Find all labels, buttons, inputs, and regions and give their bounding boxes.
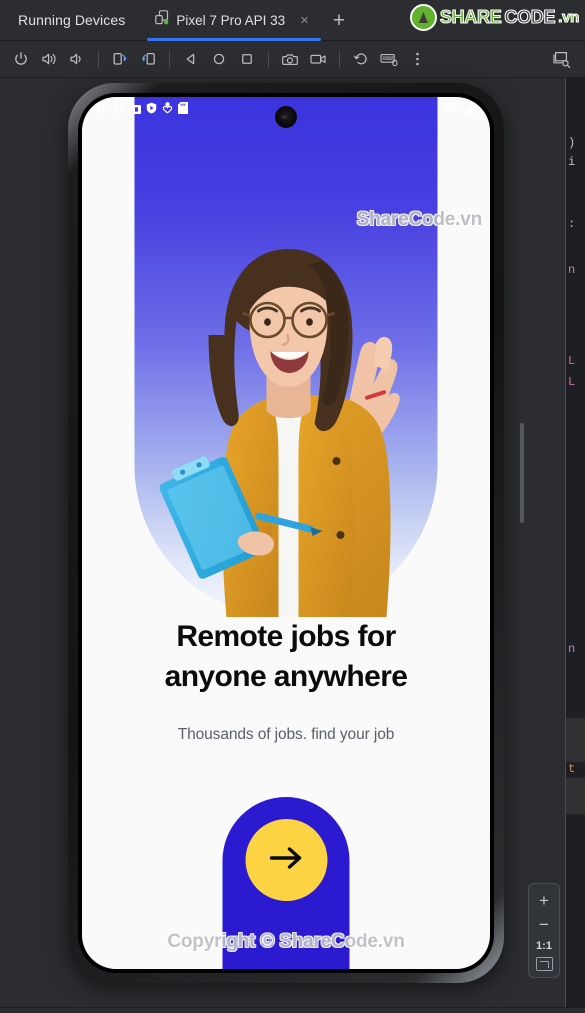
keyboard-icon	[380, 52, 398, 67]
device-icon	[155, 10, 169, 30]
device-screen[interactable]: 10:17 ShareCode.vn Remote jobs for anyon…	[82, 97, 490, 969]
code-line: L	[568, 354, 576, 368]
home-button[interactable]	[206, 46, 232, 72]
status-left-icons	[132, 101, 189, 119]
arrow-right-icon	[266, 845, 306, 876]
actual-size-button[interactable]: 1:1	[536, 937, 552, 957]
screenshot-button[interactable]	[277, 46, 303, 72]
sharecode-logo-watermark: SHARE CODE .vn	[409, 4, 580, 31]
toolbar-separator	[169, 50, 170, 68]
running-devices-window: Running Devices Pixel 7 Pro API 33 × + S…	[0, 0, 585, 1013]
power-icon	[13, 51, 29, 67]
volume-down-button[interactable]	[64, 46, 90, 72]
restore-button[interactable]	[348, 46, 374, 72]
editor-strip: ) i : n L L n t + − 1:1	[520, 78, 585, 1013]
sharecode-logo-icon	[409, 4, 437, 31]
tab-pixel-7-pro-api-33[interactable]: Pixel 7 Pro API 33 ×	[141, 0, 323, 41]
toolbar-separator	[268, 50, 269, 68]
logo-share-text: SHARE	[439, 6, 502, 27]
code-line: i	[568, 155, 576, 169]
heart-person-icon	[162, 101, 173, 119]
play-shield-icon	[146, 101, 157, 119]
front-camera-punch-hole	[275, 106, 297, 128]
device-bezel: 10:17 ShareCode.vn Remote jobs for anyon…	[78, 93, 494, 973]
pane-scrollbar[interactable]	[520, 423, 524, 523]
app-headline: Remote jobs for anyone anywhere	[82, 617, 490, 697]
overview-button[interactable]	[234, 46, 260, 72]
code-line: t	[568, 762, 576, 776]
volume-up-button[interactable]	[36, 46, 62, 72]
record-icon	[309, 52, 327, 66]
zoom-in-button[interactable]: +	[530, 889, 558, 913]
display-mode-icon	[553, 51, 571, 68]
home-icon	[212, 52, 226, 66]
fit-to-screen-icon[interactable]	[535, 957, 553, 971]
rotate-right-icon	[140, 51, 157, 67]
app-subtitle: Thousands of jobs. find your job	[177, 726, 395, 743]
toolbar-separator	[98, 50, 99, 68]
code-line: L	[568, 375, 576, 389]
new-tab-button[interactable]: +	[325, 10, 353, 31]
app-badge-icon	[132, 101, 142, 119]
code-line: n	[568, 642, 576, 656]
sd-card-icon	[178, 101, 189, 119]
zoom-control-panel: + − 1:1	[528, 883, 560, 978]
power-button[interactable]	[8, 46, 34, 72]
more-options-button[interactable]	[404, 46, 430, 72]
logo-vn-text: .vn	[558, 8, 580, 26]
more-options-icon	[415, 51, 420, 67]
toolbar-separator	[339, 50, 340, 68]
tab-close-icon[interactable]: ×	[296, 11, 313, 30]
window-bottom-strip	[0, 1007, 585, 1013]
code-highlight-band	[566, 778, 585, 814]
volume-up-icon	[41, 51, 58, 67]
rotate-history-icon	[353, 51, 369, 67]
zoom-out-button[interactable]: −	[530, 913, 558, 937]
tab-bar: Running Devices Pixel 7 Pro API 33 × + S…	[0, 0, 585, 41]
woman-with-clipboard-photo	[158, 249, 400, 617]
hero-background	[134, 97, 438, 617]
rotate-right-button[interactable]	[135, 46, 161, 72]
screenshot-icon	[281, 52, 299, 67]
code-editor-sliver[interactable]: ) i : n L L n t	[565, 78, 585, 1013]
code-line: :	[568, 217, 576, 231]
hardware-input-button[interactable]	[376, 46, 402, 72]
rotate-left-button[interactable]	[107, 46, 133, 72]
tab-label: Pixel 7 Pro API 33	[176, 12, 286, 28]
wifi-icon	[444, 101, 459, 119]
emulator-pane: 10:17 ShareCode.vn Remote jobs for anyon…	[0, 78, 520, 1013]
record-screen-button[interactable]	[305, 46, 331, 72]
logo-code-text: CODE	[504, 6, 556, 27]
volume-down-icon	[69, 51, 86, 67]
status-time: 10:17	[95, 104, 126, 116]
code-highlight-band	[566, 718, 585, 762]
cta-circle	[245, 819, 327, 901]
back-icon	[184, 52, 198, 66]
signal-icon	[463, 101, 477, 119]
overview-icon	[240, 52, 254, 66]
display-mode-button[interactable]	[549, 46, 575, 72]
code-line: )	[568, 136, 576, 150]
headline-line-1: Remote jobs for	[176, 620, 396, 653]
bottom-watermark-text: Copyright © ShareCode.vn	[167, 931, 405, 952]
status-right-icons	[444, 101, 477, 119]
headline-line-2: anyone anywhere	[164, 659, 408, 693]
device-frame: 10:17 ShareCode.vn Remote jobs for anyon…	[68, 83, 504, 983]
hero-watermark-text: ShareCode.vn	[356, 209, 483, 230]
rotate-left-icon	[112, 51, 129, 67]
code-line: n	[568, 263, 576, 277]
emulator-toolbar	[0, 41, 585, 78]
tool-window-title: Running Devices	[18, 12, 126, 28]
back-button[interactable]	[178, 46, 204, 72]
